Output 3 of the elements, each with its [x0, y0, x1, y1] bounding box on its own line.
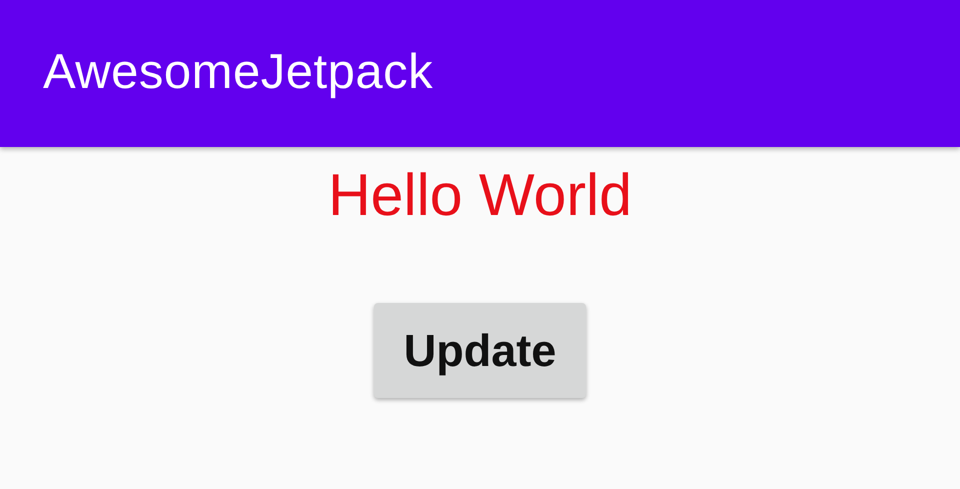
- greeting-text: Hello World: [328, 161, 632, 229]
- app-title: AwesomeJetpack: [43, 44, 434, 100]
- update-button[interactable]: Update: [374, 303, 586, 398]
